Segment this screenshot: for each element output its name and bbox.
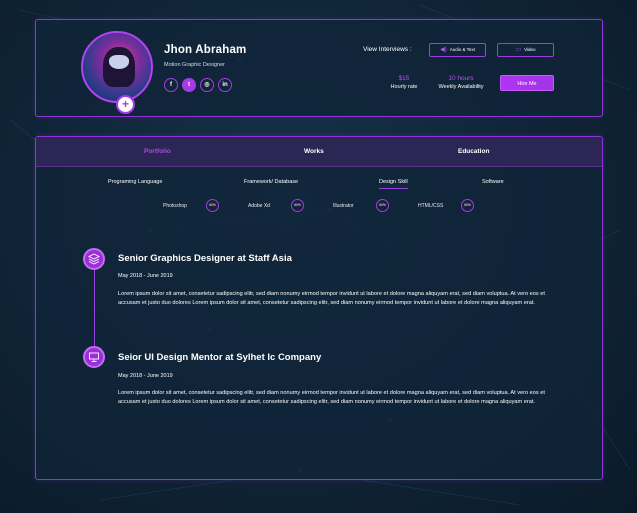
timeline-date: May 2018 - June 2019 — [118, 373, 173, 379]
view-interviews-label: View Interviews : — [363, 46, 412, 53]
video-icon: ▭ — [515, 47, 522, 53]
facebook-icon[interactable]: f — [164, 78, 178, 92]
linkedin-icon[interactable]: in — [218, 78, 232, 92]
twitter-icon[interactable]: t — [182, 78, 196, 92]
skill-name: Illustrator — [333, 203, 354, 209]
hourly-rate-value: $15 — [398, 75, 410, 82]
video-button[interactable]: ▭ Video — [497, 43, 554, 57]
skill-progress-ring: 60% — [206, 199, 219, 212]
timeline-text: Lorem ipsum dolor sit amet, consetetur s… — [118, 291, 545, 307]
skill-name: Adobe Xd — [248, 203, 270, 209]
skill-progress-ring: 60% — [461, 199, 474, 212]
profile-card: + Jhon Abraham Motion Graphic Designer f… — [35, 19, 603, 117]
timeline-title: Senior Graphics Designer at Staff Asia — [118, 253, 292, 264]
hourly-rate-label: Hourly rate — [390, 84, 418, 90]
timeline-text: Lorem ipsum dolor sit amet, consetetur s… — [118, 390, 545, 406]
timeline-line — [94, 261, 95, 357]
profile-name: Jhon Abraham — [164, 44, 247, 56]
subtab-software[interactable]: Software — [482, 179, 504, 185]
monitor-icon — [83, 346, 105, 368]
audio-text-button[interactable]: ◀) Audio & Text — [429, 43, 486, 57]
audio-text-label: Audio & Text — [449, 47, 475, 52]
tab-education[interactable]: Education — [458, 148, 489, 155]
skill-progress-ring: 60% — [376, 199, 389, 212]
avatar-mask — [109, 55, 129, 69]
timeline-title: Seior UI Design Mentor at Sylhet Ic Comp… — [118, 352, 322, 363]
instagram-icon[interactable]: ◎ — [200, 78, 214, 92]
social-links: f t ◎ in — [164, 78, 232, 92]
skill-name: Photoshop — [163, 203, 187, 209]
audio-icon: ◀) — [440, 47, 447, 53]
timeline-date: May 2018 - June 2019 — [118, 273, 173, 279]
add-photo-icon[interactable]: + — [116, 95, 135, 114]
tab-works[interactable]: Works — [304, 148, 324, 155]
subtab-design-skill[interactable]: Design Skill — [379, 179, 408, 189]
resume-card: Portfolio Works Education Programing Lan… — [35, 136, 603, 480]
skill-name: HTML/CSS — [418, 203, 444, 209]
subtab-framework-database[interactable]: Framework/ Database — [244, 179, 298, 185]
avatar[interactable] — [81, 31, 153, 103]
hire-me-button[interactable]: Hire Me — [500, 75, 554, 91]
availability-value: 10 hours — [448, 75, 474, 82]
layers-icon-glyph — [88, 253, 100, 265]
subtab-programing-language[interactable]: Programing Language — [108, 179, 162, 185]
monitor-icon-glyph — [89, 352, 99, 362]
tab-bar: Portfolio Works Education — [36, 137, 602, 167]
video-label: Video — [524, 47, 536, 52]
avatar-container: + — [81, 31, 153, 114]
availability-label: Weekly Availability — [438, 84, 484, 90]
tab-portfolio[interactable]: Portfolio — [144, 148, 171, 155]
skill-progress-ring: 60% — [291, 199, 304, 212]
profile-role: Motion Graphic Designer — [164, 62, 225, 68]
layers-icon — [83, 248, 105, 270]
